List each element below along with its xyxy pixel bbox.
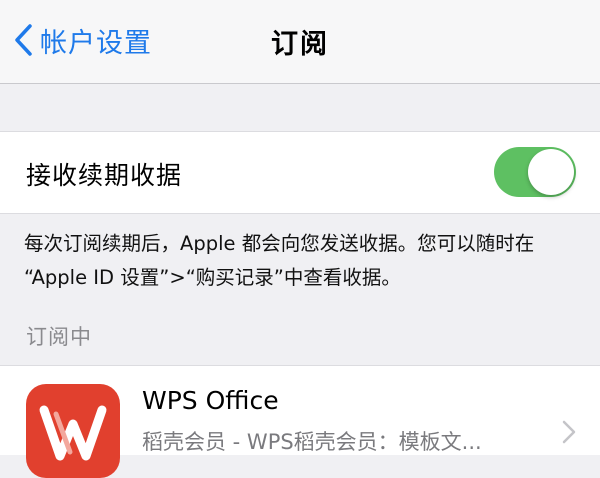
footnote-line-1: 每次订阅续期后，Apple 都会向您发送收据。您可以随时在	[24, 232, 535, 255]
subscription-row-wps-office[interactable]: WPS Office 稻壳会员 - WPS稻壳会员：模板文...	[0, 365, 600, 478]
receive-receipts-toggle[interactable]	[494, 147, 576, 197]
subscription-detail: 稻壳会员 - WPS稻壳会员：模板文...	[142, 430, 482, 454]
page-title: 订阅	[271, 29, 329, 60]
receive-receipts-row: 接收续期收据	[0, 131, 600, 214]
toggle-knob	[528, 149, 574, 195]
receipts-footnote: 每次订阅续期后，Apple 都会向您发送收据。您可以随时在 “Apple ID …	[24, 227, 584, 295]
navigation-bar: 帐户设置 订阅	[0, 0, 600, 84]
section-header-active: 订阅中	[26, 325, 92, 349]
footnote-line-2: “Apple ID 设置”>“购买记录”中查看收据。	[24, 266, 401, 289]
wps-office-icon	[26, 384, 120, 478]
app-name: WPS Office	[142, 386, 279, 415]
chevron-right-icon	[562, 420, 576, 444]
receive-receipts-label: 接收续期收据	[26, 161, 183, 190]
